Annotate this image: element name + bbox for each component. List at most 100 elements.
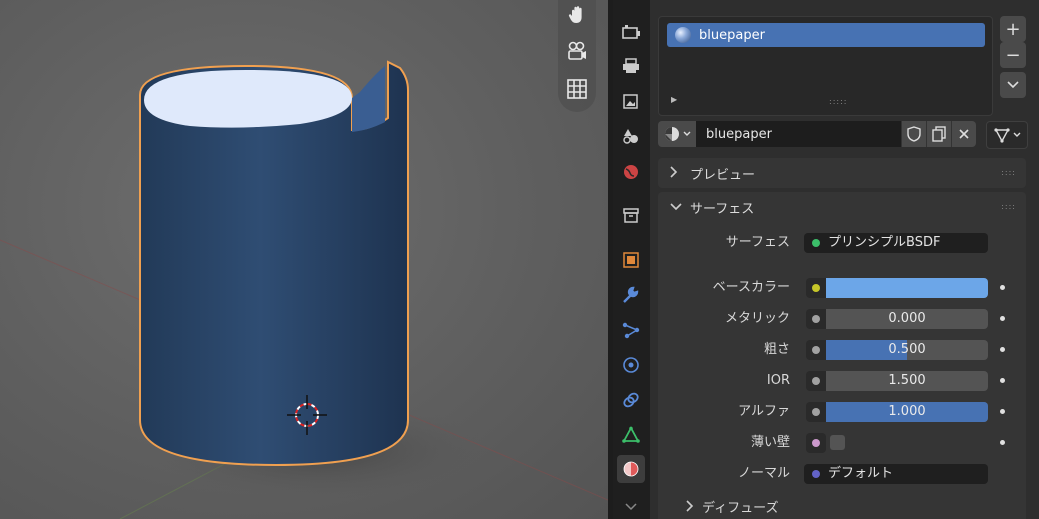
metallic-label: メタリック	[724, 311, 790, 326]
surface-section-label: サーフェス	[690, 201, 755, 217]
thin-walled-label: 薄い壁	[750, 435, 790, 450]
material-properties-panel: bluepaper ▶ ::::: + − bluepaper プレビュー::…	[650, 0, 1039, 519]
preview-section-header[interactable]: プレビュー ::::	[658, 158, 1026, 188]
output-icon[interactable]	[617, 87, 645, 115]
base-color-row: ベースカラー	[658, 276, 1026, 300]
keyframe-dot[interactable]	[1000, 285, 1005, 290]
socket-dot	[812, 315, 820, 323]
roughness-row: 粗さ 0.500	[658, 338, 1026, 362]
tool-icon[interactable]	[617, 18, 645, 46]
particles-icon[interactable]	[617, 316, 645, 344]
material-slot-label: bluepaper	[699, 27, 765, 43]
data-icon[interactable]	[617, 421, 645, 449]
normal-input[interactable]: デフォルト	[804, 464, 988, 484]
roughness-label: 粗さ	[763, 342, 790, 357]
expand-triangle-icon[interactable]: ▶	[671, 95, 677, 104]
cylinder-inner	[144, 70, 352, 128]
thin-walled-socket[interactable]	[806, 433, 826, 453]
navigation-gizmo	[558, 0, 596, 112]
socket-dot	[812, 284, 820, 292]
unlink-material-button[interactable]	[951, 121, 976, 147]
roughness-socket[interactable]	[806, 340, 826, 360]
material-selector: bluepaper	[658, 121, 976, 147]
3d-viewport[interactable]	[0, 0, 608, 519]
material-preview-icon	[675, 27, 691, 43]
scroll-down-icon[interactable]	[617, 498, 645, 516]
keyframe-dot[interactable]	[1000, 440, 1005, 445]
diffuse-subsection-header[interactable]: ディフューズ	[686, 494, 778, 518]
base-color-swatch[interactable]	[826, 278, 988, 298]
world-icon[interactable]	[617, 158, 645, 186]
alpha-value: 1.000	[888, 404, 926, 419]
alpha-slider[interactable]: 1.000	[826, 402, 988, 422]
material-slot-item[interactable]: bluepaper	[667, 23, 985, 47]
base-color-label: ベースカラー	[712, 280, 790, 295]
keyframe-dot[interactable]	[1000, 347, 1005, 352]
cylinder-flap	[352, 66, 385, 132]
shield-icon	[907, 126, 921, 142]
shader-label: サーフェス	[725, 235, 790, 250]
shader-row: サーフェス プリンシプルBSDF	[658, 231, 1026, 255]
normal-socket-dot	[812, 470, 820, 478]
alpha-socket[interactable]	[806, 402, 826, 422]
keyframe-dot[interactable]	[1000, 316, 1005, 321]
ior-row: IOR 1.500	[658, 369, 1026, 393]
ior-label: IOR	[766, 373, 790, 388]
properties-tabs	[613, 0, 650, 519]
surface-section-body: サーフェス プリンシプルBSDF ベースカラー メタリック 0.000 粗さ 0…	[658, 222, 1026, 519]
slot-specials-button[interactable]	[1000, 72, 1026, 98]
material-name-field[interactable]: bluepaper	[696, 121, 901, 147]
remove-slot-button[interactable]: −	[1000, 42, 1026, 68]
alpha-label: アルファ	[738, 404, 790, 419]
hand-icon[interactable]	[564, 2, 590, 28]
list-resize-grip[interactable]: :::::	[829, 97, 847, 106]
chevron-right-icon	[686, 500, 694, 512]
thin-walled-checkbox[interactable]	[830, 435, 845, 450]
shader-selector[interactable]: プリンシプルBSDF	[804, 233, 988, 253]
scene-icon[interactable]	[617, 122, 645, 150]
drag-grip-icon[interactable]: ::::	[1001, 168, 1016, 177]
chevron-right-icon	[670, 165, 684, 181]
keyframe-dot[interactable]	[1000, 409, 1005, 414]
duplicate-icon	[932, 126, 946, 142]
ior-socket[interactable]	[806, 371, 826, 391]
surface-section-header[interactable]: サーフェス ::::	[658, 192, 1026, 222]
preview-section-label: プレビュー	[690, 167, 756, 183]
collection-icon[interactable]	[617, 201, 645, 229]
socket-dot	[812, 439, 820, 447]
material-link-dropdown[interactable]	[986, 121, 1028, 149]
ior-value: 1.500	[888, 373, 926, 388]
duplicate-material-button[interactable]	[926, 121, 951, 147]
fake-user-button[interactable]	[901, 121, 926, 147]
socket-dot	[812, 408, 820, 416]
metallic-value: 0.000	[888, 311, 926, 326]
add-slot-button[interactable]: +	[1000, 16, 1026, 42]
normal-row: ノーマル デフォルト	[658, 462, 1026, 486]
metallic-slider[interactable]: 0.000	[826, 309, 988, 329]
object-icon[interactable]	[617, 246, 645, 274]
base-color-socket[interactable]	[806, 278, 826, 298]
roughness-slider[interactable]: 0.500	[826, 340, 988, 360]
grid-icon[interactable]	[564, 76, 590, 102]
camera-icon[interactable]	[564, 38, 590, 64]
drag-grip-icon[interactable]: ::::	[1001, 202, 1016, 211]
alpha-row: アルファ 1.000	[658, 400, 1026, 424]
material-sphere-icon	[664, 127, 679, 141]
constraints-icon[interactable]	[617, 386, 645, 414]
physics-icon[interactable]	[617, 351, 645, 379]
socket-dot	[812, 377, 820, 385]
modifier-icon[interactable]	[617, 281, 645, 309]
material-slot-list[interactable]: bluepaper ▶ :::::	[658, 16, 993, 116]
keyframe-dot[interactable]	[1000, 378, 1005, 383]
chevron-down-icon	[1013, 132, 1021, 137]
chevron-down-icon	[670, 200, 684, 214]
material-icon[interactable]	[617, 455, 645, 483]
browse-material-button[interactable]	[658, 121, 696, 147]
render-icon[interactable]	[617, 52, 645, 80]
normal-value: デフォルト	[828, 466, 894, 481]
chevron-down-icon	[683, 131, 690, 136]
metallic-socket[interactable]	[806, 309, 826, 329]
thin-walled-row: 薄い壁	[658, 431, 1026, 455]
roughness-value: 0.500	[888, 342, 926, 357]
ior-field[interactable]: 1.500	[826, 371, 988, 391]
